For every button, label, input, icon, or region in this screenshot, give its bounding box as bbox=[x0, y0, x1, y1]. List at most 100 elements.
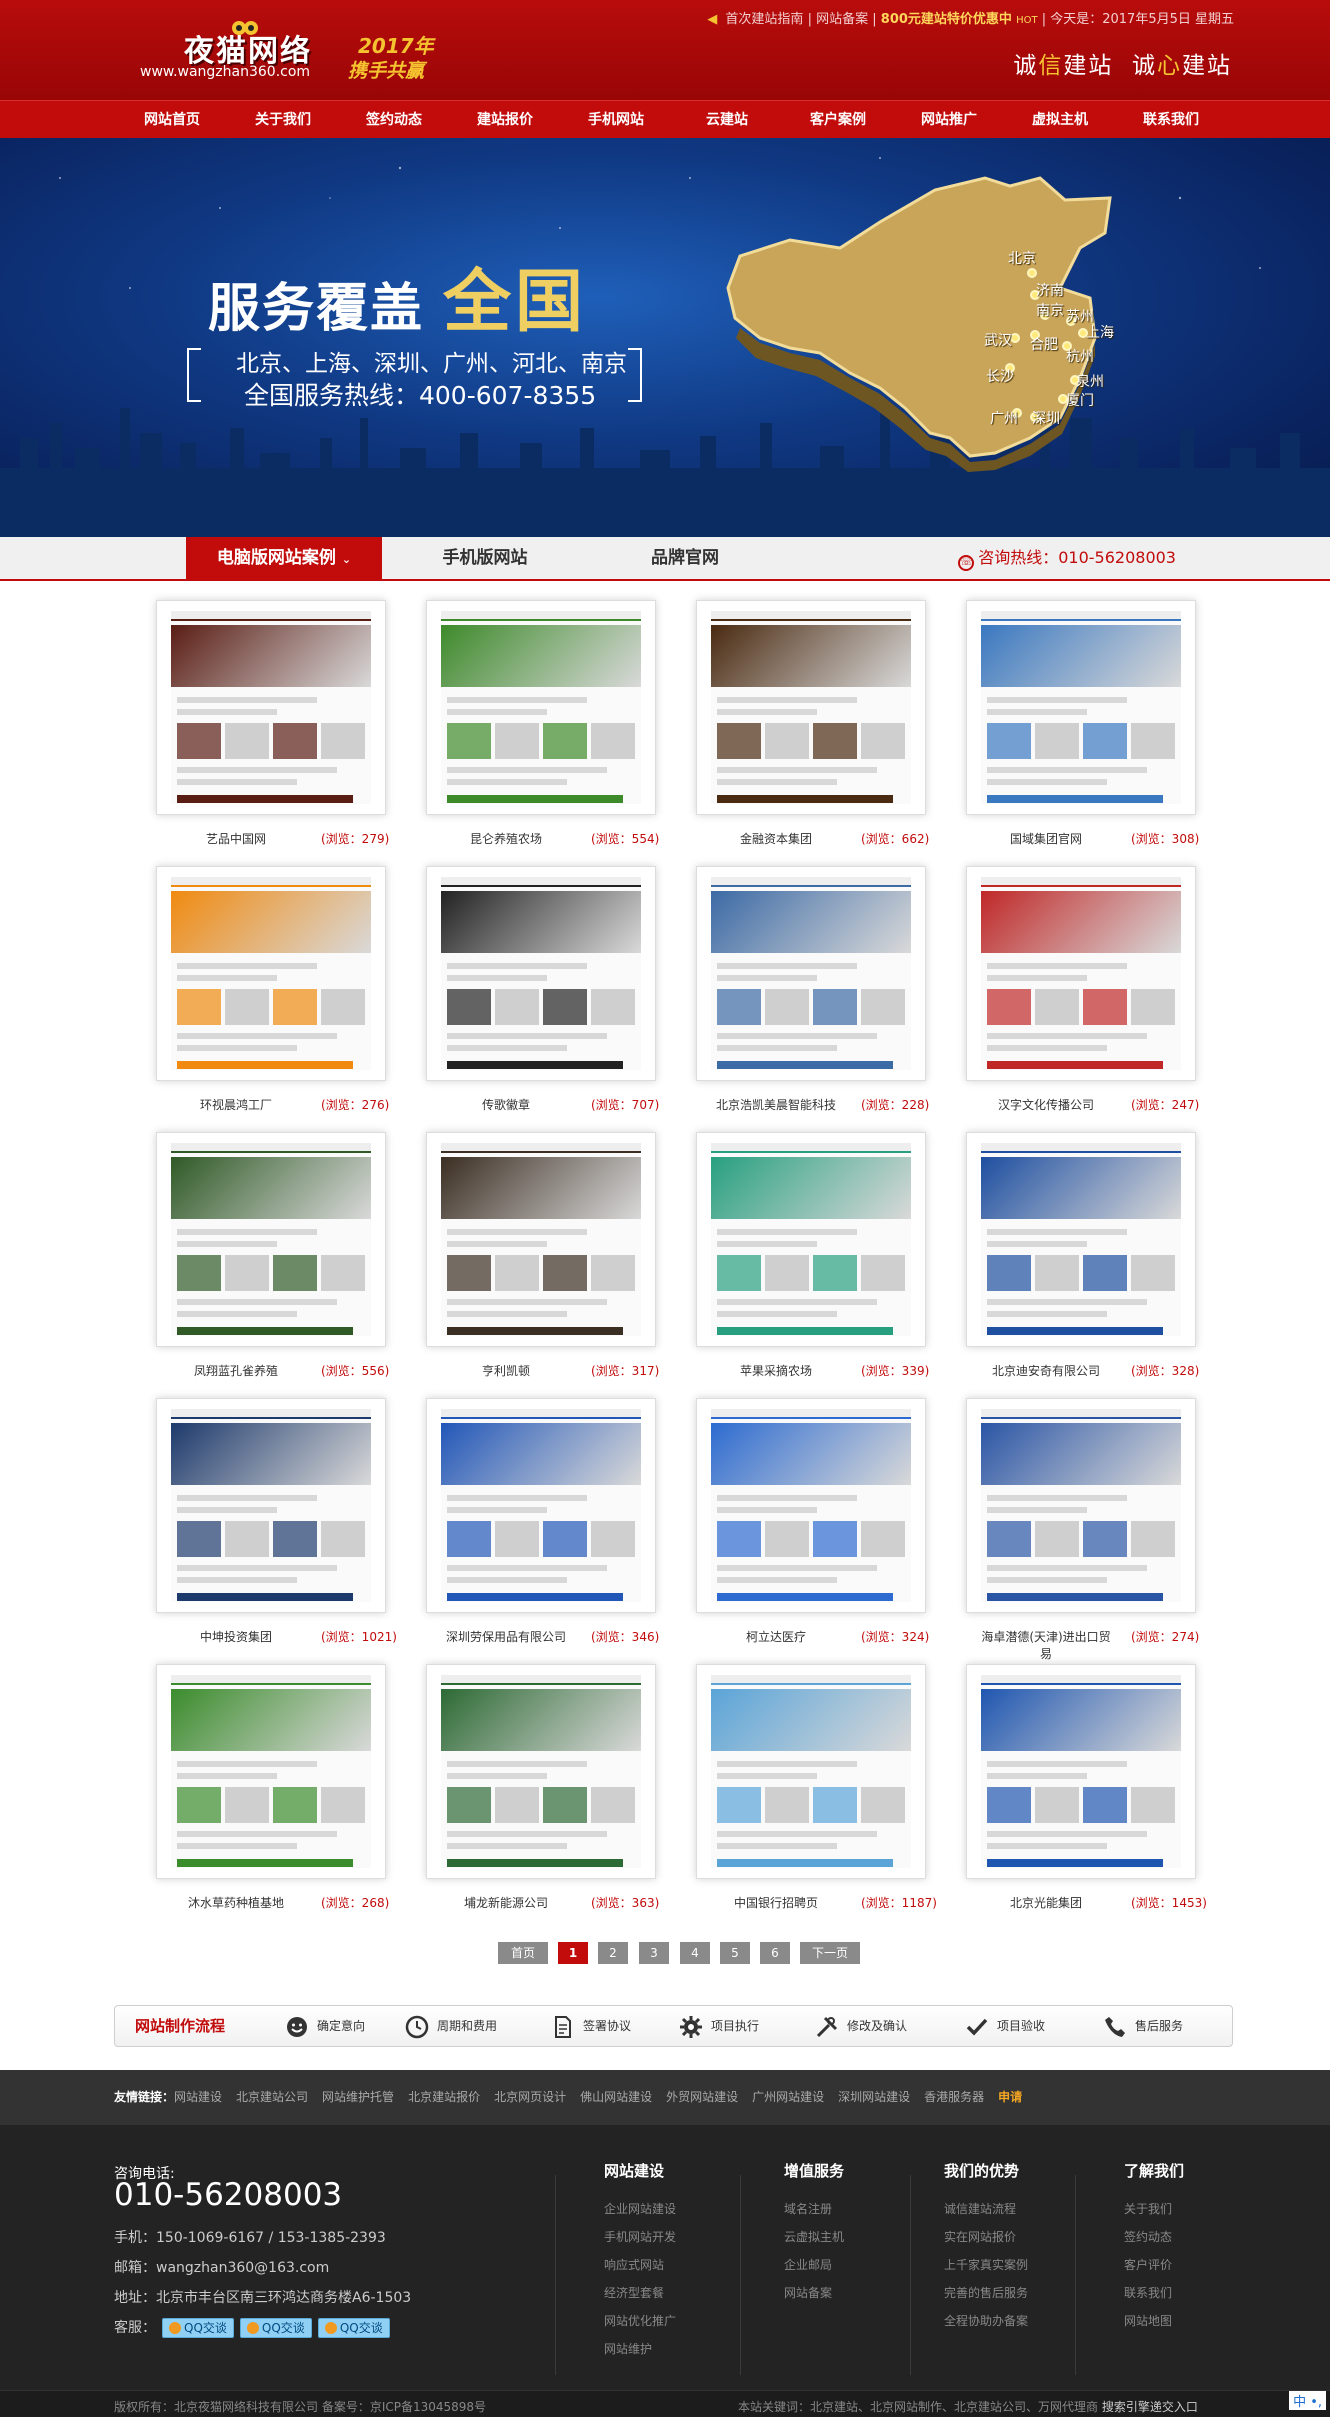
case-thumbnail[interactable] bbox=[156, 1398, 386, 1613]
footer-link[interactable]: 企业邮局 bbox=[784, 2251, 844, 2279]
footer-link[interactable]: 全程协助办备案 bbox=[944, 2307, 1028, 2335]
case-card[interactable]: 沐水草药种植基地 (浏览：268) bbox=[156, 1664, 426, 1924]
logo[interactable]: 夜猫网络 www.wangzhan360.com bbox=[140, 18, 330, 88]
nav-mobile[interactable]: 手机网站 bbox=[560, 101, 672, 139]
footer-link[interactable]: 客户评价 bbox=[1124, 2251, 1184, 2279]
page-4[interactable]: 4 bbox=[680, 1942, 710, 1964]
nav-signing[interactable]: 签约动态 bbox=[338, 101, 450, 139]
friend-link[interactable]: 深圳网站建设 bbox=[838, 2090, 910, 2104]
friend-link[interactable]: 网站维护托管 bbox=[322, 2090, 394, 2104]
tab-mobile-cases[interactable]: 手机版网站 bbox=[410, 537, 560, 579]
case-thumbnail[interactable] bbox=[426, 1398, 656, 1613]
case-thumbnail[interactable] bbox=[156, 866, 386, 1081]
footer-link[interactable]: 企业网站建设 bbox=[604, 2195, 676, 2223]
case-card[interactable]: 埔龙新能源公司 (浏览：363) bbox=[426, 1664, 696, 1924]
case-name[interactable]: 北京浩凯美晨智能科技 bbox=[696, 1096, 846, 1113]
ime-toolbar[interactable]: 中 •, bbox=[1289, 2391, 1326, 2410]
case-card[interactable]: 北京浩凯美晨智能科技 (浏览：228) bbox=[696, 866, 966, 1126]
case-name[interactable]: 凤翔蓝孔雀养殖 bbox=[156, 1362, 306, 1379]
case-name[interactable]: 深圳劳保用品有限公司 bbox=[426, 1628, 576, 1645]
footer-link[interactable]: 网站备案 bbox=[784, 2279, 844, 2307]
friend-link[interactable]: 北京建站公司 bbox=[236, 2090, 308, 2104]
case-card[interactable]: 柯立达医疗 (浏览：324) bbox=[696, 1398, 966, 1658]
footer-link[interactable]: 完善的售后服务 bbox=[944, 2279, 1028, 2307]
case-name[interactable]: 苹果采摘农场 bbox=[696, 1362, 846, 1379]
case-name[interactable]: 沐水草药种植基地 bbox=[156, 1894, 306, 1911]
page-next[interactable]: 下一页 bbox=[800, 1942, 860, 1964]
qq-chat-button[interactable]: QQ交谈 bbox=[239, 2318, 312, 2338]
case-name[interactable]: 北京迪安奇有限公司 bbox=[966, 1362, 1116, 1379]
footer-link[interactable]: 手机网站开发 bbox=[604, 2223, 676, 2251]
friend-link[interactable]: 佛山网站建设 bbox=[580, 2090, 652, 2104]
page-6[interactable]: 6 bbox=[760, 1942, 790, 1964]
nav-cloud[interactable]: 云建站 bbox=[671, 101, 783, 139]
case-card[interactable]: 环视晨鸿工厂 (浏览：276) bbox=[156, 866, 426, 1126]
case-thumbnail[interactable] bbox=[696, 1664, 926, 1879]
footer-link[interactable]: 实在网站报价 bbox=[944, 2223, 1028, 2251]
case-card[interactable]: 传歌徽章 (浏览：707) bbox=[426, 866, 696, 1126]
apply-link[interactable]: 申请 bbox=[998, 2090, 1022, 2104]
nav-cases[interactable]: 客户案例 bbox=[782, 101, 894, 139]
footer-link[interactable]: 上千家真实案例 bbox=[944, 2251, 1028, 2279]
case-thumbnail[interactable] bbox=[426, 866, 656, 1081]
case-thumbnail[interactable] bbox=[156, 600, 386, 815]
friend-link[interactable]: 北京建站报价 bbox=[408, 2090, 480, 2104]
case-card[interactable]: 中国银行招聘页 (浏览：1187) bbox=[696, 1664, 966, 1924]
footer-link[interactable]: 经济型套餐 bbox=[604, 2279, 676, 2307]
nav-about[interactable]: 关于我们 bbox=[227, 101, 339, 139]
nav-hosting[interactable]: 虚拟主机 bbox=[1004, 101, 1116, 139]
hero-banner[interactable]: 服务覆盖 全国 北京、上海、深圳、广州、河北、南京 全国服务热线：400-607… bbox=[0, 138, 1330, 537]
case-card[interactable]: 国域集团官网 (浏览：308) bbox=[966, 600, 1236, 860]
case-card[interactable]: 亨利凯顿 (浏览：317) bbox=[426, 1132, 696, 1392]
page-2[interactable]: 2 bbox=[598, 1942, 628, 1964]
footer-link[interactable]: 网站维护 bbox=[604, 2335, 676, 2363]
case-thumbnail[interactable] bbox=[966, 1664, 1196, 1879]
footer-link[interactable]: 签约动态 bbox=[1124, 2223, 1184, 2251]
qq-chat-button[interactable]: QQ交谈 bbox=[162, 2318, 234, 2338]
search-engine-link[interactable]: 搜索引擎递交入口 bbox=[1102, 2400, 1198, 2414]
case-thumbnail[interactable] bbox=[426, 600, 656, 815]
case-name[interactable]: 艺品中国网 bbox=[156, 830, 306, 847]
case-thumbnail[interactable] bbox=[966, 600, 1196, 815]
footer-link[interactable]: 联系我们 bbox=[1124, 2279, 1184, 2307]
case-name[interactable]: 中国银行招聘页 bbox=[696, 1894, 846, 1911]
case-name[interactable]: 埔龙新能源公司 bbox=[426, 1894, 576, 1911]
case-name[interactable]: 汉字文化传播公司 bbox=[966, 1096, 1116, 1113]
footer-link[interactable]: 响应式网站 bbox=[604, 2251, 676, 2279]
page-5[interactable]: 5 bbox=[720, 1942, 750, 1964]
guide-link[interactable]: 首次建站指南 bbox=[725, 12, 803, 27]
icp-link[interactable]: 网站备案 bbox=[816, 12, 868, 27]
nav-promotion[interactable]: 网站推广 bbox=[893, 101, 1005, 139]
qq-chat-button[interactable]: QQ交谈 bbox=[317, 2318, 390, 2338]
case-name[interactable]: 传歌徽章 bbox=[426, 1096, 576, 1113]
case-name[interactable]: 中坤投资集团 bbox=[156, 1628, 306, 1645]
case-thumbnail[interactable] bbox=[696, 600, 926, 815]
case-name[interactable]: 海卓潜德(天津)进出口贸易 bbox=[966, 1628, 1116, 1662]
footer-link[interactable]: 域名注册 bbox=[784, 2195, 844, 2223]
case-card[interactable]: 金融资本集团 (浏览：662) bbox=[696, 600, 966, 860]
case-card[interactable]: 苹果采摘农场 (浏览：339) bbox=[696, 1132, 966, 1392]
case-card[interactable]: 北京光能集团 (浏览：1453) bbox=[966, 1664, 1236, 1924]
case-thumbnail[interactable] bbox=[966, 1132, 1196, 1347]
footer-link[interactable]: 关于我们 bbox=[1124, 2195, 1184, 2223]
tab-brand-cases[interactable]: 品牌官网 bbox=[610, 537, 760, 579]
case-thumbnail[interactable] bbox=[426, 1664, 656, 1879]
case-name[interactable]: 北京光能集团 bbox=[966, 1894, 1116, 1911]
case-name[interactable]: 国域集团官网 bbox=[966, 830, 1116, 847]
case-name[interactable]: 柯立达医疗 bbox=[696, 1628, 846, 1645]
case-name[interactable]: 环视晨鸿工厂 bbox=[156, 1096, 306, 1113]
case-card[interactable]: 汉字文化传播公司 (浏览：247) bbox=[966, 866, 1236, 1126]
case-name[interactable]: 亨利凯顿 bbox=[426, 1362, 576, 1379]
friend-link[interactable]: 香港服务器 bbox=[924, 2090, 984, 2104]
footer-link[interactable]: 网站地图 bbox=[1124, 2307, 1184, 2335]
case-thumbnail[interactable] bbox=[696, 1132, 926, 1347]
case-card[interactable]: 海卓潜德(天津)进出口贸易 (浏览：274) bbox=[966, 1398, 1236, 1661]
case-name[interactable]: 昆仑养殖农场 bbox=[426, 830, 576, 847]
case-name[interactable]: 金融资本集团 bbox=[696, 830, 846, 847]
case-thumbnail[interactable] bbox=[426, 1132, 656, 1347]
footer-link[interactable]: 诚信建站流程 bbox=[944, 2195, 1028, 2223]
friend-link[interactable]: 外贸网站建设 bbox=[666, 2090, 738, 2104]
case-card[interactable]: 昆仑养殖农场 (浏览：554) bbox=[426, 600, 696, 860]
case-card[interactable]: 艺品中国网 (浏览：279) bbox=[156, 600, 426, 860]
footer-link[interactable]: 网站优化推广 bbox=[604, 2307, 676, 2335]
